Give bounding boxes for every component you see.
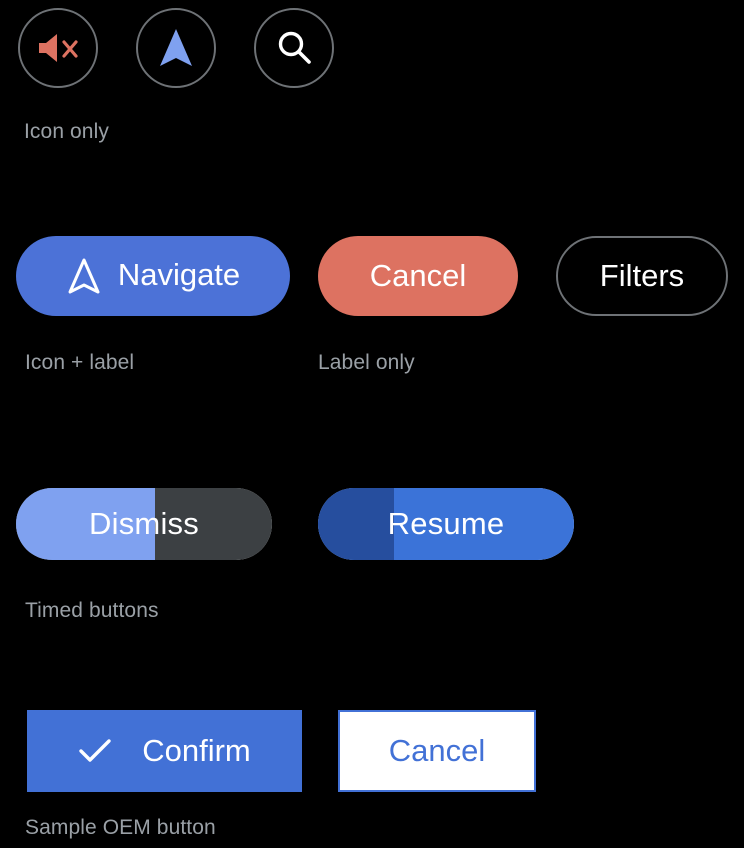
cancel-pill-label: Cancel	[369, 258, 467, 293]
screen-root: Icon only Navigate Cancel Filters Icon +…	[0, 0, 744, 848]
filters-button[interactable]: Filters	[556, 236, 728, 316]
caption-icon-plus-label: Icon + label	[25, 351, 135, 374]
navigate-button-label: Navigate	[117, 257, 241, 292]
confirm-button-label: Confirm	[142, 733, 251, 768]
search-icon-button[interactable]	[254, 8, 334, 88]
navigation-arrow-icon	[156, 26, 196, 70]
dismiss-button-label: Dismiss	[89, 506, 199, 541]
oem-cancel-button-label: Cancel	[388, 733, 486, 768]
oem-cancel-button[interactable]: Cancel	[338, 710, 536, 792]
filters-button-label: Filters	[599, 258, 685, 293]
caption-label-only: Label only	[318, 351, 415, 374]
caption-timed-buttons: Timed buttons	[25, 599, 159, 622]
caption-icon-only: Icon only	[24, 120, 109, 143]
caption-sample-oem-button: Sample OEM button	[25, 816, 216, 839]
resume-button-label: Resume	[387, 506, 505, 541]
dismiss-timed-button[interactable]: Dismiss	[16, 488, 272, 560]
volume-off-icon	[36, 30, 80, 66]
navigate-icon-button[interactable]	[136, 8, 216, 88]
search-icon	[274, 28, 314, 68]
resume-timed-button[interactable]: Resume	[318, 488, 574, 560]
check-icon	[78, 737, 112, 765]
confirm-button[interactable]: Confirm	[27, 710, 302, 792]
mute-icon-button[interactable]	[18, 8, 98, 88]
navigate-button[interactable]: Navigate	[16, 236, 290, 316]
cancel-pill-button[interactable]: Cancel	[318, 236, 518, 316]
navigation-arrow-outline-icon	[66, 256, 102, 296]
